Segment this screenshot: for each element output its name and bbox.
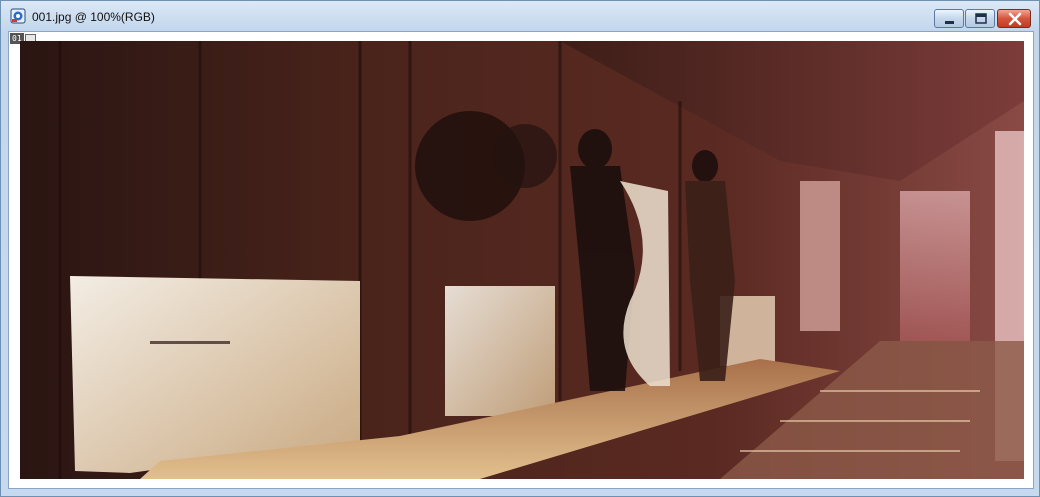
maximize-icon (975, 13, 987, 24)
close-icon (1008, 12, 1022, 26)
maximize-button[interactable] (965, 9, 995, 28)
photoshop-document-icon (10, 8, 26, 24)
close-button[interactable] (997, 9, 1031, 28)
minimize-icon (945, 21, 954, 24)
title-bar[interactable]: 001.jpg @ 100%(RGB) (1, 1, 1039, 31)
document-window: 001.jpg @ 100%(RGB) 01 (0, 0, 1040, 497)
artwork-image (20, 41, 1024, 479)
window-title: 001.jpg @ 100%(RGB) (32, 10, 155, 24)
canvas-area[interactable]: 01 (8, 31, 1034, 489)
minimize-button[interactable] (934, 9, 964, 28)
